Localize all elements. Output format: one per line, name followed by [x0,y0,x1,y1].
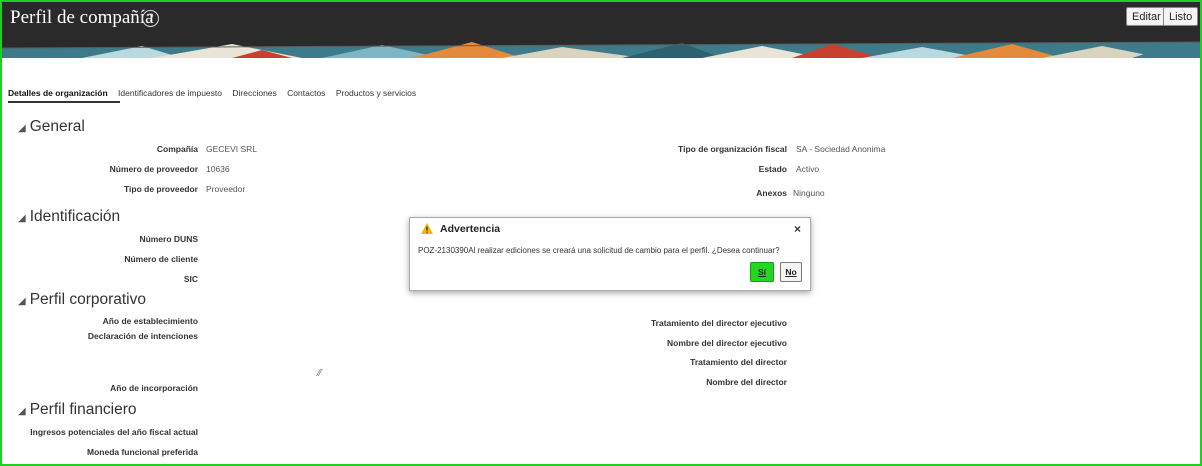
warning-icon [421,223,433,234]
tax-org-type-label: Tipo de organización fiscal [678,144,787,154]
attachments-label: Anexos [756,188,787,198]
section-financial-header[interactable]: ◢ Perfil financiero [18,401,137,419]
principal-title-label: Tratamiento del director [690,357,787,367]
section-identification-header[interactable]: ◢ Identificación [18,208,120,226]
tab-contacts[interactable]: Contactos [287,88,325,98]
year-established-label: Año de establecimiento [102,316,198,326]
company-value: GECEVI SRL [206,144,258,154]
section-title: Identificación [29,208,121,225]
supplier-type-label: Tipo de proveedor [124,184,198,194]
edit-button[interactable]: Editar [1126,7,1167,26]
collapse-triangle-icon: ◢ [18,406,26,417]
tab-tax-identifiers[interactable]: Identificadores de impuesto [118,88,222,98]
duns-label: Número DUNS [139,234,198,244]
attachments-value[interactable]: Ninguno [793,188,825,198]
year-incorporated-label: Año de incorporación [110,383,198,393]
page-header: Perfil de compañía ? Editar Listo [2,2,1200,58]
supplier-type-value: Proveedor [206,184,246,194]
collapse-triangle-icon: ◢ [18,213,26,224]
done-button[interactable]: Listo [1163,7,1199,26]
principal-name-label: Nombre del director [706,377,787,387]
help-icon[interactable]: ? [142,10,159,27]
section-title: Perfil financiero [29,401,137,418]
header-banner-art [2,2,1200,58]
company-label: Compañía [156,144,198,154]
mission-label: Declaración de intenciones [87,331,198,341]
ceo-title-label: Tratamiento del director ejecutivo [650,318,787,328]
tax-org-type-value: SA - Sociedad Anonima [796,144,886,154]
status-value: Activo [796,164,820,174]
tab-addresses[interactable]: Direcciones [232,88,276,98]
sic-label: SIC [183,274,198,284]
active-tab-indicator [8,101,120,103]
dialog-message: POZ-2130390Al realizar ediciones se crea… [418,246,780,255]
supplier-number-value: 10636 [206,164,230,174]
preferred-currency-label: Moneda funcional preferida [87,447,198,457]
tab-organization-details[interactable]: Detalles de organización [8,88,108,98]
tab-bar: Detalles de organización Identificadores… [8,88,424,98]
section-corporate-header[interactable]: ◢ Perfil corporativo [18,291,146,309]
ceo-name-label: Nombre del director ejecutivo [667,338,787,348]
section-general-header[interactable]: ◢ General [18,118,85,136]
customer-number-label: Número de cliente [124,254,198,264]
collapse-triangle-icon: ◢ [18,123,26,134]
potential-revenue-label: Ingresos potenciales del año fiscal actu… [30,427,198,437]
tab-products-services[interactable]: Productos y servicios [336,88,416,98]
section-title: General [29,118,85,135]
close-icon[interactable]: × [794,222,801,236]
section-title: Perfil corporativo [29,291,146,308]
page-title: Perfil de compañía [10,7,154,28]
collapse-triangle-icon: ◢ [18,296,26,307]
supplier-number-label: Número de proveedor [109,164,198,174]
dialog-title: Advertencia [440,223,501,235]
warning-dialog: Advertencia × POZ-2130390Al realizar edi… [409,217,811,291]
yes-button[interactable]: Sí [750,262,774,282]
resize-handle-icon[interactable]: ⁄⁄ [318,368,321,379]
no-button[interactable]: No [780,262,802,282]
app-frame: Perfil de compañía ? Editar Listo Detall… [0,0,1202,466]
status-label: Estado [758,164,787,174]
